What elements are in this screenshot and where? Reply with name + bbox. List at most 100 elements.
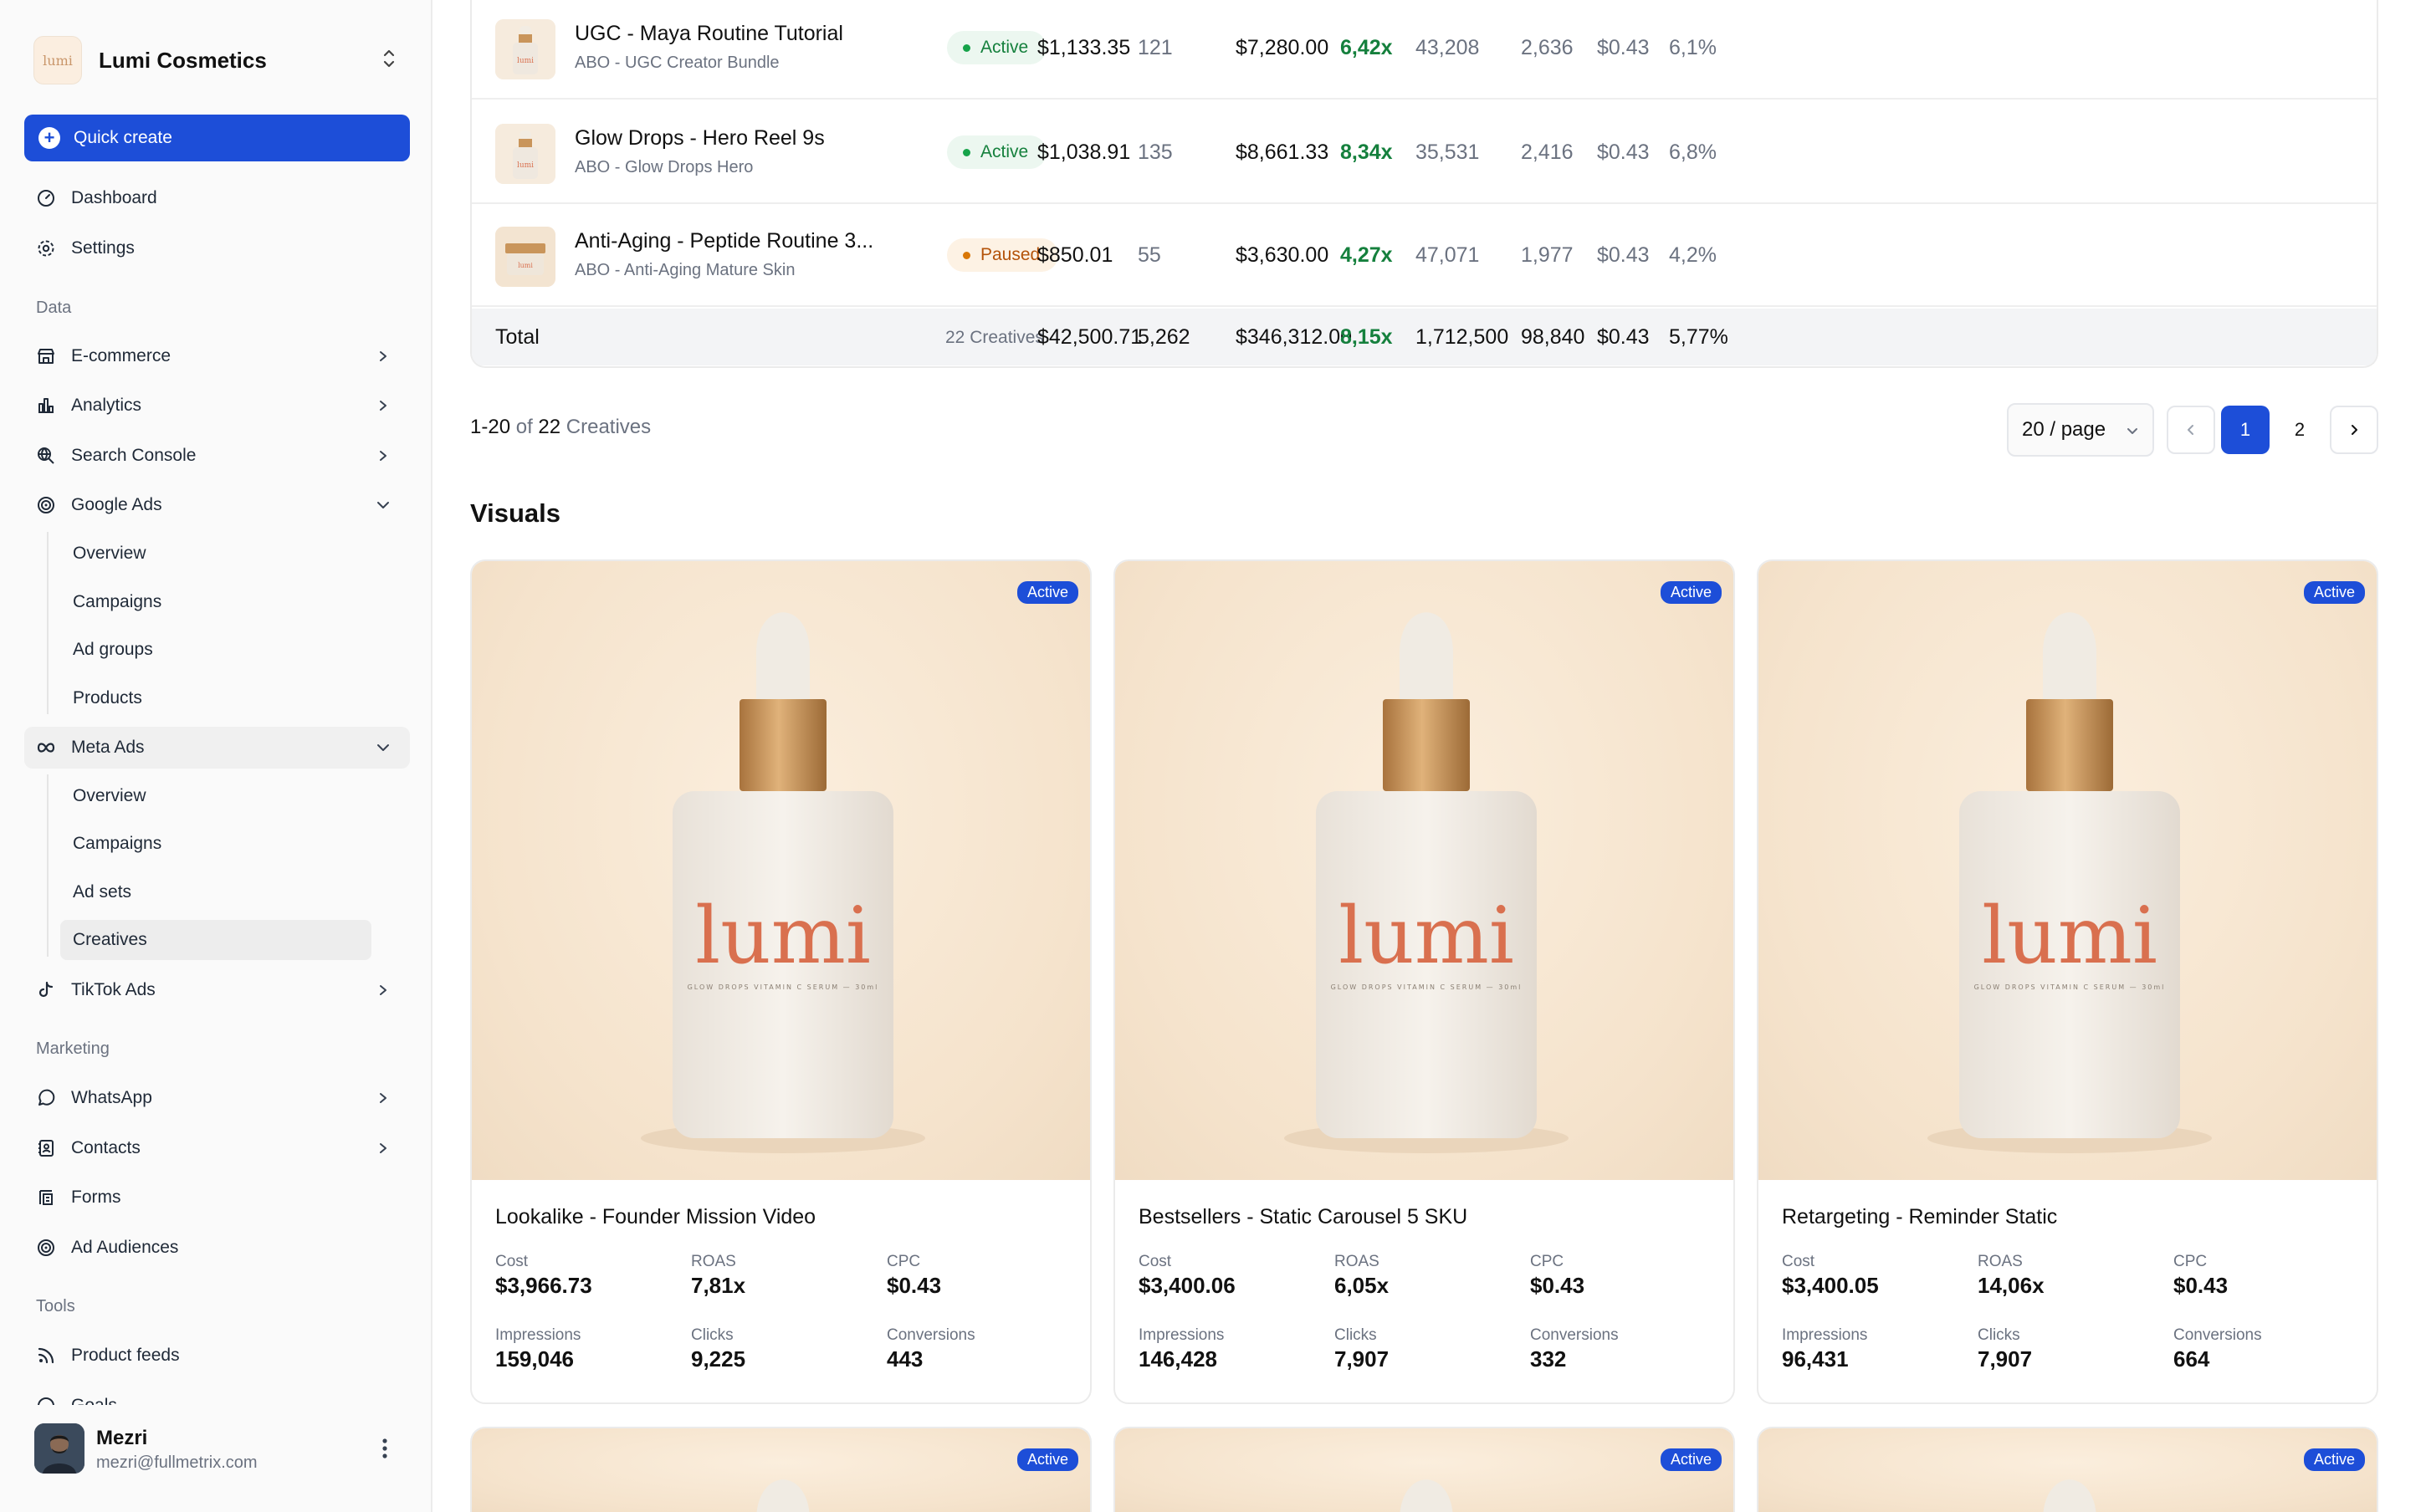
sidebar-subitem-meta-campaigns[interactable]: Campaigns (60, 824, 371, 864)
impressions-cell: 43,208 (1415, 36, 1480, 59)
dashboard-gauge-icon (34, 186, 58, 210)
creative-thumbnail: lumi (495, 19, 555, 79)
chevron-right-icon (373, 396, 393, 416)
workspace-switcher[interactable]: lumi Lumi Cosmetics (33, 35, 402, 85)
store-icon (34, 345, 58, 368)
sidebar-item-search-console[interactable]: Search Console (24, 435, 410, 477)
svg-text:lumi: lumi (1982, 891, 2157, 982)
creative-name[interactable]: UGC - Maya Routine Tutorial (575, 22, 843, 46)
visual-card[interactable]: Active (470, 1427, 1092, 1512)
page-button-1[interactable]: 1 (2221, 406, 2270, 454)
adset-name: ABO - Glow Drops Hero (575, 158, 754, 176)
brand-logo: lumi (33, 36, 82, 84)
page-size-select[interactable]: 20 / page (2007, 403, 2154, 457)
chevron-right-icon (373, 346, 393, 366)
chevron-down-icon (373, 495, 393, 515)
visual-card[interactable]: Active (1113, 1427, 1735, 1512)
user-name: Mezri (96, 1427, 148, 1449)
ctr-cell: 4,2% (1669, 243, 1717, 267)
impressions-value: 159,046 (495, 1346, 574, 1372)
cost-cell: $850.01 (1037, 243, 1113, 267)
sidebar-item-meta-ads[interactable]: Meta Ads (24, 727, 410, 769)
cost-value: $3,400.06 (1139, 1273, 1236, 1298)
ctr-cell: 6,1% (1669, 36, 1717, 59)
total-count: 22 Creatives (945, 328, 1044, 347)
sidebar-item-ad-audiences[interactable]: Ad Audiences (24, 1227, 410, 1269)
cost-cell: $1,133.35 (1037, 36, 1131, 59)
form-icon (34, 1186, 58, 1209)
svg-text:GLOW DROPS VITAMIN C SERUM — 3: GLOW DROPS VITAMIN C SERUM — 30ml (688, 983, 879, 991)
status-badge: Active (2303, 1448, 2365, 1471)
sidebar-item-ecommerce[interactable]: E-commerce (24, 335, 410, 377)
chevron-right-icon (373, 446, 393, 466)
conversions-value: 443 (887, 1346, 924, 1372)
total-cost: $42,500.71 (1037, 325, 1143, 349)
cpc-cell: $0.43 (1597, 140, 1650, 164)
sidebar-subitem-google-products[interactable]: Products (60, 678, 371, 718)
sidebar-item-whatsapp[interactable]: WhatsApp (24, 1077, 410, 1119)
visual-card[interactable]: lumi GLOW DROPS VITAMIN C SERUM — 30ml A… (470, 559, 1092, 1404)
sidebar-item-settings[interactable]: Settings (24, 227, 410, 269)
table-row[interactable]: lumi UGC - Maya Routine Tutorial ABO - U… (472, 0, 2377, 100)
conversions-value: 332 (1530, 1346, 1567, 1372)
cpc-value: $0.43 (887, 1273, 942, 1298)
table-row[interactable]: lumi Anti-Aging - Peptide Routine 3... A… (472, 204, 2377, 307)
adset-name: ABO - UGC Creator Bundle (575, 54, 780, 72)
visuals-heading: Visuals (470, 498, 561, 528)
sidebar-item-tiktok-ads[interactable]: TikTok Ads (24, 969, 410, 1011)
plus-icon: + (38, 127, 60, 149)
quick-create-button[interactable]: + Quick create (24, 115, 410, 161)
sidebar-item-contacts[interactable]: Contacts (24, 1127, 410, 1169)
sidebar-item-google-ads[interactable]: Google Ads (24, 484, 410, 526)
section-label-marketing: Marketing (36, 1040, 110, 1058)
cpc-cell: $0.43 (1597, 36, 1650, 59)
sidebar-item-forms[interactable]: Forms (24, 1177, 410, 1218)
total-label: Total (495, 325, 540, 349)
adset-name: ABO - Anti-Aging Mature Skin (575, 261, 796, 279)
conversions-value: 664 (2173, 1346, 2210, 1372)
page-button-2[interactable]: 2 (2275, 406, 2324, 454)
ctr-cell: 6,8% (1669, 140, 1717, 164)
table-row[interactable]: lumi Glow Drops - Hero Reel 9s ABO - Glo… (472, 101, 2377, 204)
visual-card[interactable]: Active (1757, 1427, 2378, 1512)
creatives-table: lumi UGC - Maya Routine Tutorial ABO - U… (470, 0, 2378, 368)
sidebar-item-analytics[interactable]: Analytics (24, 385, 410, 427)
creative-name[interactable]: Glow Drops - Hero Reel 9s (575, 126, 825, 151)
roas-value: 14,06x (1978, 1273, 2045, 1298)
total-ctr: 5,77% (1669, 325, 1728, 349)
status-badge: Active (2303, 581, 2365, 604)
user-menu[interactable]: Mezri mezri@fullmetrix.com (0, 1405, 431, 1512)
creative-image (1758, 1428, 2377, 1512)
sidebar-subitem-google-ad-groups[interactable]: Ad groups (60, 630, 371, 670)
visual-card[interactable]: lumi GLOW DROPS VITAMIN C SERUM — 30ml A… (1113, 559, 1735, 1404)
creative-thumbnail: lumi (495, 227, 555, 287)
purchases-cell: 135 (1138, 140, 1173, 164)
sidebar-subitem-google-overview[interactable]: Overview (60, 534, 371, 574)
creative-name[interactable]: Anti-Aging - Peptide Routine 3... (575, 229, 873, 253)
visual-card[interactable]: lumi GLOW DROPS VITAMIN C SERUM — 30ml A… (1757, 559, 2378, 1404)
next-page-button[interactable] (2330, 406, 2378, 454)
status-badge: Active (1660, 1448, 1722, 1471)
clicks-cell: 2,416 (1521, 140, 1574, 164)
svg-text:lumi: lumi (518, 262, 533, 269)
sidebar-item-dashboard[interactable]: Dashboard (24, 177, 410, 219)
sidebar-subitem-meta-ad-sets[interactable]: Ad sets (60, 872, 371, 912)
visual-title: Lookalike - Founder Mission Video (495, 1205, 816, 1228)
purchases-cell: 121 (1138, 36, 1173, 59)
more-vertical-icon[interactable] (376, 1433, 393, 1463)
status-badge: Active (1660, 581, 1722, 604)
sidebar-subitem-google-campaigns[interactable]: Campaigns (60, 582, 371, 622)
sidebar-subitem-meta-creatives[interactable]: Creatives (60, 920, 371, 960)
sidebar-subitem-meta-overview[interactable]: Overview (60, 776, 371, 816)
svg-text:lumi: lumi (1338, 891, 1514, 982)
status-badge: Active (1016, 1448, 1078, 1471)
creative-image: lumi GLOW DROPS VITAMIN C SERUM — 30ml (472, 561, 1090, 1180)
prev-page-button[interactable] (2167, 406, 2215, 454)
revenue-cell: $7,280.00 (1236, 36, 1329, 59)
status-badge: Active (1016, 581, 1078, 604)
submenu-rail (47, 532, 49, 714)
visual-title: Retargeting - Reminder Static (1782, 1205, 2058, 1228)
sidebar-item-product-feeds[interactable]: Product feeds (24, 1335, 410, 1377)
roas-cell: 4,27x (1340, 243, 1393, 267)
creative-image: lumi GLOW DROPS VITAMIN C SERUM — 30ml (1758, 561, 2377, 1180)
